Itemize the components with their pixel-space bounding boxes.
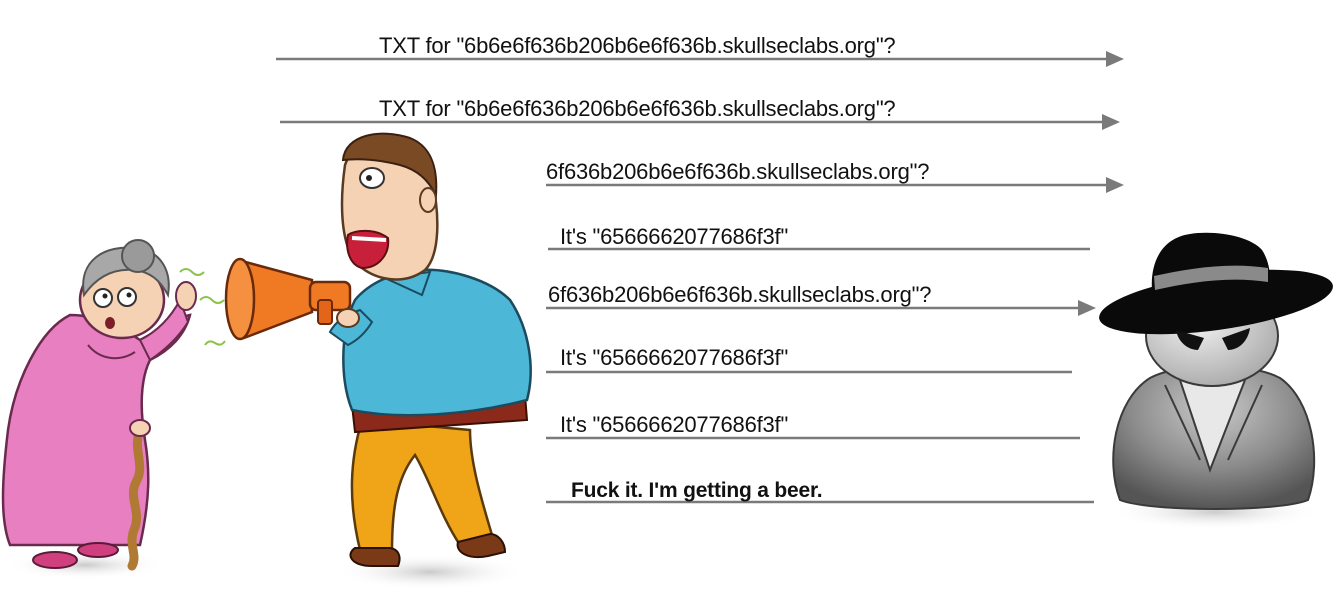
message-text-query-3: 6f636b206b6e6f636b.skullseclabs.org"? [546,159,930,184]
man-illustration [224,132,532,590]
message-text-query-2: TXT for "6b6e6f636b206b6e6f636b.skullsec… [379,96,896,121]
spy-icon [1099,232,1333,530]
megaphone-icon [224,257,352,341]
grandma-illustration [1,239,226,579]
message-text-query-1: TXT for "6b6e6f636b206b6e6f636b.skullsec… [379,33,896,58]
message-text-reply-1: It's "6566662077686f3f" [560,224,789,249]
message-text-reply-2: It's "6566662077686f3f" [560,345,789,370]
message-text-reply-3: It's "6566662077686f3f" [560,412,789,437]
message-text-query-4: 6f636b206b6e6f636b.skullseclabs.org"? [548,282,932,307]
message-text-final: Fuck it. I'm getting a beer. [571,479,823,502]
